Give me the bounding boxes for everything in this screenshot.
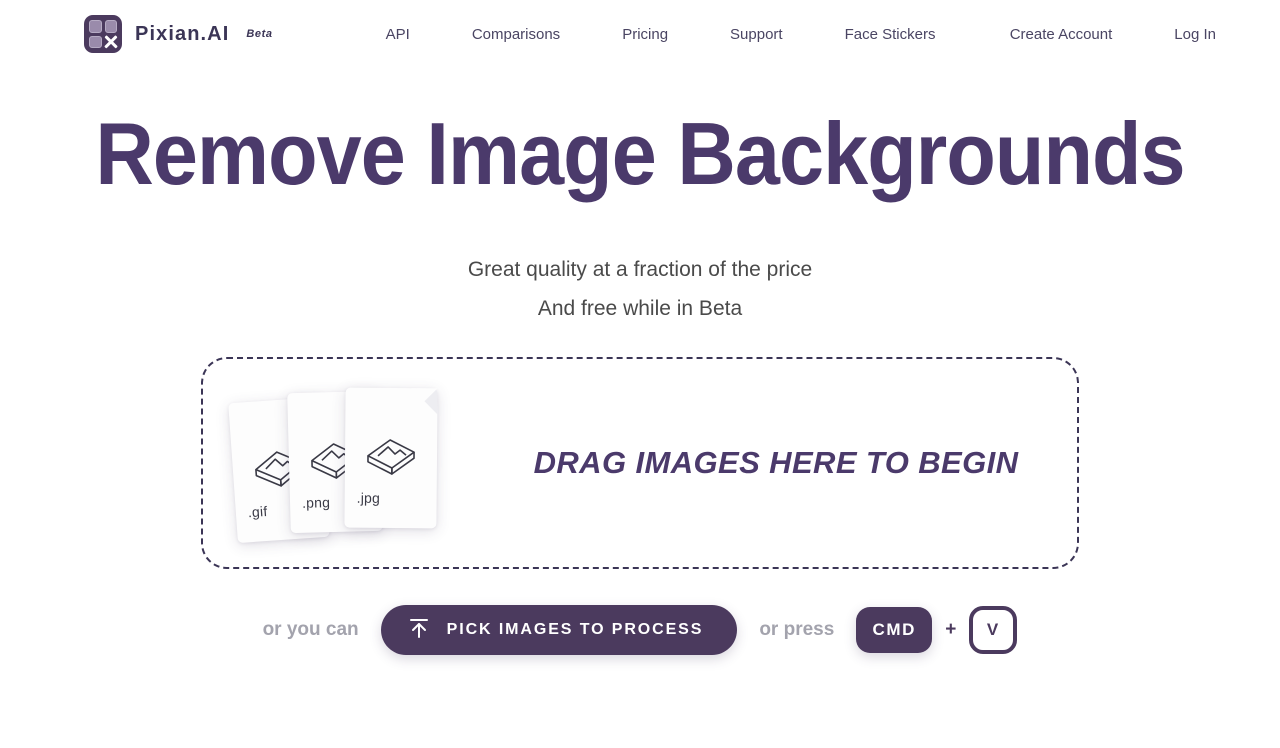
upload-icon bbox=[407, 616, 431, 645]
nav-link-api[interactable]: API bbox=[386, 18, 410, 51]
hero-subtitle-secondary: And free while in Beta bbox=[537, 297, 743, 321]
action-row: or you can PICK IMAGES TO PROCESS or pre… bbox=[0, 605, 1280, 656]
brand-name: Pixian.AI bbox=[135, 22, 230, 45]
pixian-grid-x-logo-icon bbox=[84, 15, 122, 53]
site-header: Pixian.AI Beta API Comparisons Pricing Su… bbox=[0, 0, 1280, 68]
file-card-stack: .gif .png .jpg bbox=[228, 387, 483, 544]
nav-link-create-account[interactable]: Create Account bbox=[1010, 18, 1113, 51]
nav-link-support[interactable]: Support bbox=[730, 18, 783, 51]
nav-link-face-stickers[interactable]: Face Stickers bbox=[845, 18, 936, 51]
logo-cell-bottom-left bbox=[89, 35, 102, 48]
or-press-label: or press bbox=[759, 619, 835, 641]
logo-cell-top-right bbox=[104, 20, 117, 33]
file-card-label: .jpg bbox=[356, 490, 381, 507]
file-card-label: .gif bbox=[247, 503, 268, 521]
logo-close-x-icon bbox=[105, 36, 118, 49]
pick-images-button-label: PICK IMAGES TO PROCESS bbox=[446, 621, 704, 639]
file-card-label: .png bbox=[301, 494, 331, 512]
primary-navigation: API Comparisons Pricing Support Face Sti… bbox=[355, 18, 967, 51]
nav-link-log-in[interactable]: Log In bbox=[1174, 18, 1216, 51]
key-cmd[interactable]: CMD bbox=[856, 607, 933, 654]
nav-link-pricing[interactable]: Pricing bbox=[622, 18, 668, 51]
pick-images-button[interactable]: PICK IMAGES TO PROCESS bbox=[380, 605, 738, 656]
hero-section: Remove Image Backgrounds Great quality a… bbox=[0, 68, 1280, 321]
file-card-jpg: .jpg bbox=[344, 387, 438, 529]
brand-logo-link[interactable]: Pixian.AI Beta bbox=[84, 15, 273, 53]
hero-subtitle-primary: Great quality at a fraction of the price bbox=[467, 258, 813, 282]
account-navigation: Create Account Log In bbox=[979, 18, 1216, 51]
image-dropzone[interactable]: .gif .png .jpg DRAG IMAGES HERE TO BEGIN bbox=[201, 357, 1079, 570]
logo-cell-top-left bbox=[89, 20, 102, 33]
key-v[interactable]: V bbox=[969, 606, 1018, 655]
dropzone-wrapper: .gif .png .jpg DRAG IMAGES HERE TO BEGIN bbox=[0, 357, 1280, 570]
key-plus-separator: + bbox=[945, 619, 957, 641]
brand-beta-badge: Beta bbox=[246, 28, 273, 40]
dropzone-prompt: DRAG IMAGES HERE TO BEGIN bbox=[533, 445, 1019, 481]
image-file-icon bbox=[364, 434, 418, 481]
or-you-can-label: or you can bbox=[262, 619, 359, 641]
page-fold-corner-icon bbox=[411, 388, 438, 415]
nav-link-comparisons[interactable]: Comparisons bbox=[472, 18, 560, 51]
page-title: Remove Image Backgrounds bbox=[95, 104, 1185, 203]
